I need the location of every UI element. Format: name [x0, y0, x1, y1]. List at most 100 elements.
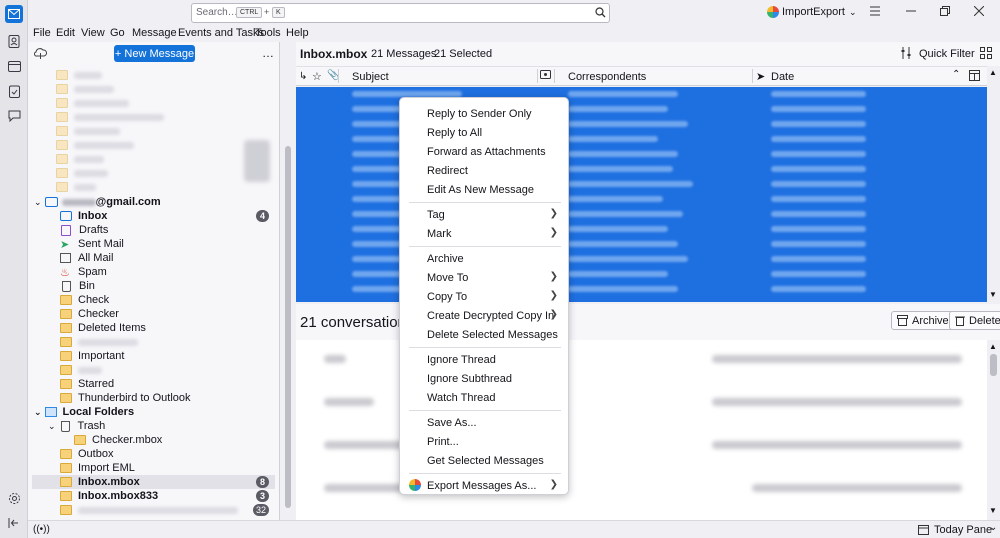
- thread-list-scrollbar[interactable]: ▲ ▼: [987, 66, 1000, 302]
- folder-pane: + New Message … ⌄ @gmail.com Inbox 4 Dra…: [28, 42, 280, 520]
- scrollbar-thumb[interactable]: [285, 146, 291, 508]
- chevron-down-icon: ⌄: [48, 420, 56, 431]
- sort-ascending-icon[interactable]: ⌃: [952, 69, 960, 80]
- scroll-down-icon[interactable]: ▼: [989, 506, 997, 515]
- close-icon[interactable]: [973, 5, 985, 19]
- menu-ignore-thread[interactable]: Ignore Thread: [427, 354, 496, 366]
- calendar-icon[interactable]: [5, 57, 23, 75]
- folder-icon: [56, 70, 68, 80]
- display-options-icon[interactable]: [980, 47, 992, 62]
- folder-sent-mail[interactable]: ➤ Sent Mail: [60, 237, 307, 251]
- folder-inbox-mbox833[interactable]: Inbox.mbox833 3: [60, 489, 275, 503]
- folder-inbox[interactable]: Inbox 4: [60, 209, 275, 223]
- tasks-icon[interactable]: [5, 82, 23, 100]
- online-status-icon[interactable]: ((•)): [33, 524, 50, 535]
- menu-file[interactable]: File: [33, 27, 51, 39]
- account-row[interactable]: ⌄ @gmail.com: [34, 195, 281, 209]
- menu-get-selected[interactable]: Get Selected Messages: [427, 455, 544, 467]
- menu-events-tasks[interactable]: Events and Tasks: [178, 27, 264, 39]
- column-date[interactable]: Date: [771, 71, 794, 83]
- column-subject[interactable]: Subject: [352, 71, 389, 83]
- menu-view[interactable]: View: [81, 27, 105, 39]
- menu-tools[interactable]: Tools: [255, 27, 281, 39]
- folder-pane-scrollbar[interactable]: [282, 42, 294, 520]
- menu-save-as[interactable]: Save As...: [427, 417, 477, 429]
- folder-drafts[interactable]: Drafts: [60, 223, 307, 237]
- menu-reply-all[interactable]: Reply to All: [427, 127, 482, 139]
- get-messages-icon[interactable]: [34, 47, 48, 62]
- junk-column-icon[interactable]: ➤: [756, 70, 765, 83]
- folder-all-mail[interactable]: All Mail: [60, 251, 307, 265]
- thread-column-icon[interactable]: ↳: [299, 71, 307, 82]
- chevron-down-icon[interactable]: ⌄: [989, 522, 997, 533]
- folder-bin[interactable]: Bin: [60, 279, 307, 293]
- menu-tag[interactable]: Tag: [427, 209, 445, 221]
- folder-label: Important: [78, 350, 125, 362]
- menu-reply-sender-only[interactable]: Reply to Sender Only: [427, 108, 532, 120]
- minimize-icon[interactable]: [906, 6, 916, 19]
- settings-gear-icon[interactable]: [5, 489, 23, 507]
- folder-starred[interactable]: Starred: [60, 377, 307, 391]
- column-picker-icon[interactable]: [969, 70, 980, 84]
- menu-help[interactable]: Help: [286, 27, 309, 39]
- folder-check[interactable]: Check: [60, 293, 307, 307]
- folder-blurred[interactable]: [60, 335, 307, 349]
- local-folders-row[interactable]: ⌄ Local Folders: [34, 405, 281, 419]
- collapse-spaces-icon[interactable]: [5, 514, 23, 532]
- menu-edit[interactable]: Edit: [56, 27, 75, 39]
- folder-import-eml[interactable]: Import EML: [60, 461, 307, 475]
- folder-checker[interactable]: Checker: [60, 307, 307, 321]
- menu-export-messages[interactable]: Export Messages As...: [427, 480, 536, 492]
- preview-scrollbar[interactable]: ▲ ▼: [987, 340, 1000, 520]
- folder-thunderbird-to-outlook[interactable]: Thunderbird to Outlook: [60, 391, 307, 405]
- read-status-column-icon[interactable]: [540, 70, 551, 83]
- address-book-icon[interactable]: [5, 32, 23, 50]
- folder-trash[interactable]: ⌄ Trash: [48, 419, 295, 433]
- app-menu-icon[interactable]: [869, 6, 881, 19]
- folder-spam[interactable]: ♨ Spam: [60, 265, 307, 279]
- menu-move-to[interactable]: Move To: [427, 272, 468, 284]
- folder-inbox-mbox[interactable]: Inbox.mbox 8: [60, 475, 275, 489]
- menu-mark[interactable]: Mark: [427, 228, 451, 240]
- trash-icon: [60, 420, 70, 432]
- scroll-up-icon[interactable]: ▲: [989, 342, 997, 351]
- profile-menu[interactable]: ImportExport ⌄: [767, 6, 857, 18]
- menu-create-decrypted-copy[interactable]: Create Decrypted Copy In: [427, 310, 554, 322]
- folder-deleted-items[interactable]: Deleted Items: [60, 321, 307, 335]
- global-search-input[interactable]: Search… CTRL + K: [191, 3, 610, 23]
- menu-message[interactable]: Message: [132, 27, 177, 39]
- chat-icon[interactable]: [5, 107, 23, 125]
- conversation-summary-title: 21 conversation: [300, 314, 406, 331]
- scrollbar-thumb[interactable]: [990, 354, 997, 376]
- search-icon[interactable]: [595, 7, 606, 21]
- archive-button[interactable]: Archive: [891, 311, 955, 330]
- quick-filter-icon[interactable]: [900, 47, 912, 62]
- restore-icon[interactable]: [940, 6, 950, 19]
- menu-delete-selected[interactable]: Delete Selected Messages: [427, 329, 558, 341]
- menu-copy-to[interactable]: Copy To: [427, 291, 467, 303]
- delete-button[interactable]: Delete: [949, 311, 1000, 330]
- menu-watch-thread[interactable]: Watch Thread: [427, 392, 495, 404]
- folder-icon: [60, 379, 72, 389]
- today-pane-button[interactable]: Today Pane: [934, 524, 992, 536]
- menu-ignore-subthread[interactable]: Ignore Subthread: [427, 373, 512, 385]
- scroll-down-icon[interactable]: ▼: [989, 290, 997, 299]
- new-message-button[interactable]: + New Message: [114, 45, 195, 62]
- folder-important[interactable]: Important: [60, 349, 307, 363]
- menu-edit-as-new[interactable]: Edit As New Message: [427, 184, 534, 196]
- menu-print[interactable]: Print...: [427, 436, 459, 448]
- mail-icon[interactable]: [5, 5, 23, 23]
- today-pane-icon[interactable]: [918, 524, 929, 538]
- menu-archive[interactable]: Archive: [427, 253, 464, 265]
- star-column-icon[interactable]: ☆: [312, 70, 322, 83]
- menu-redirect[interactable]: Redirect: [427, 165, 468, 177]
- quick-filter-button[interactable]: Quick Filter: [919, 48, 975, 60]
- menu-go[interactable]: Go: [110, 27, 125, 39]
- folder-outbox[interactable]: Outbox: [60, 447, 307, 461]
- menu-forward-attachments[interactable]: Forward as Attachments: [427, 146, 546, 158]
- folder-pane-more-icon[interactable]: …: [262, 46, 275, 60]
- folder-blurred[interactable]: 32: [60, 503, 275, 517]
- folder-blurred[interactable]: [60, 363, 307, 377]
- scroll-up-icon[interactable]: ▲: [989, 68, 997, 77]
- column-correspondents[interactable]: Correspondents: [568, 71, 646, 83]
